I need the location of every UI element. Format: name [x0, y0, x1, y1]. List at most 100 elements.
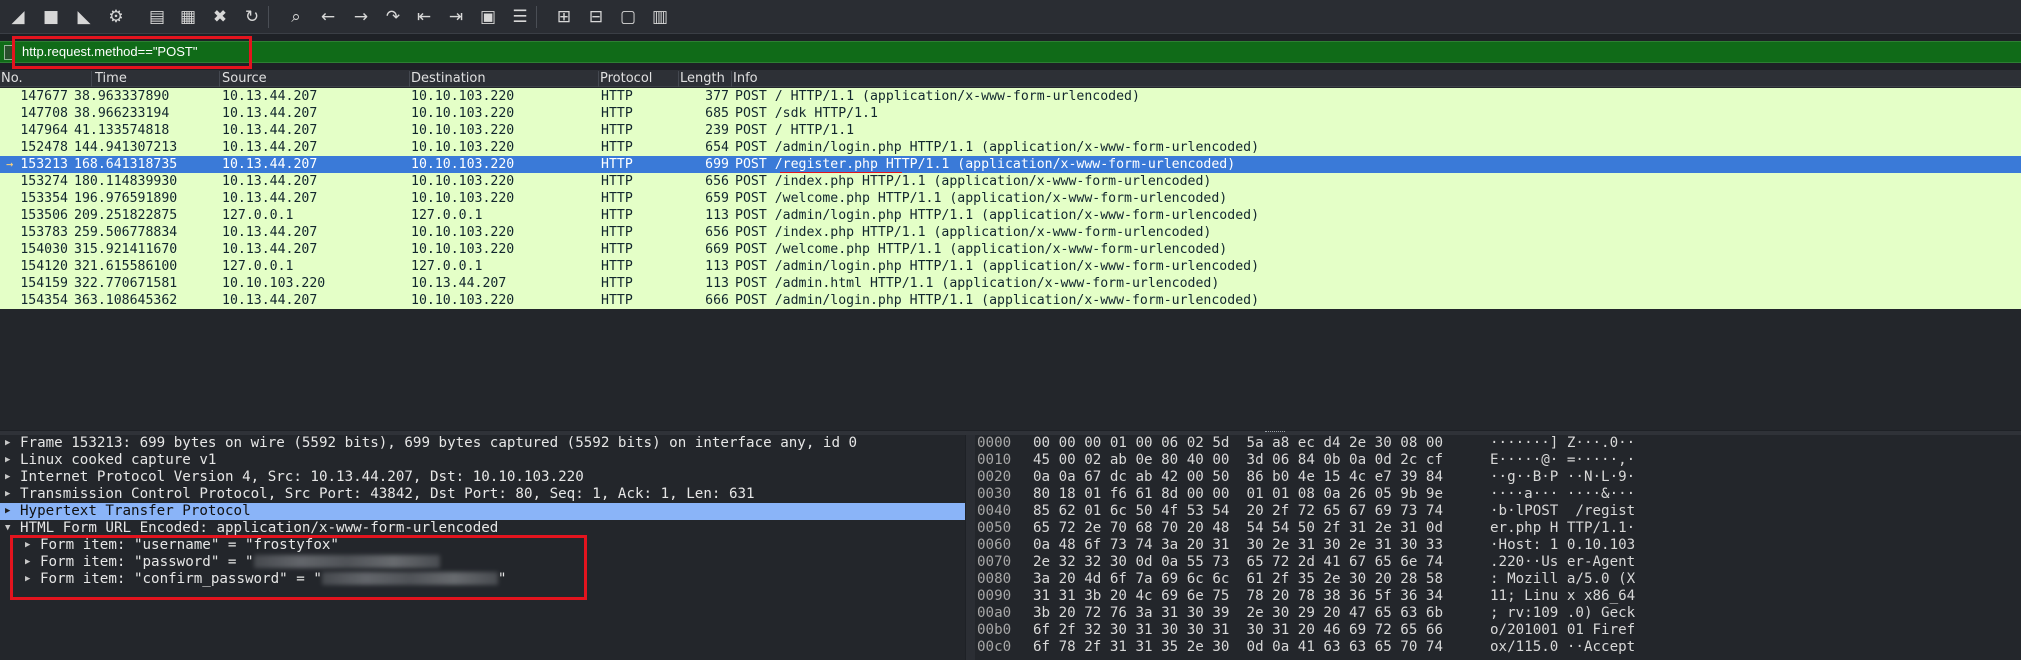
packet-cell-no: 154159 [20, 276, 68, 291]
display-filter-bar: http.request.method=="POST" [0, 41, 2021, 63]
packet-cell-no: 154120 [20, 259, 68, 274]
go-to-packet-icon[interactable]: ↷ [381, 5, 405, 29]
hex-bytes: 00 00 00 01 00 06 02 5d 5a a8 ec d4 2e 3… [1033, 435, 1443, 451]
packet-cell-info: POST /welcome.php HTTP/1.1 (application/… [735, 191, 1228, 206]
tree-frame[interactable]: ▶ Frame 153213: 699 bytes on wire (5592 … [0, 435, 965, 452]
details-bytes-splitter[interactable] [966, 435, 975, 660]
zoom-in-icon[interactable]: ⊞ [552, 5, 576, 29]
packet-cell-no: 153274 [20, 174, 68, 189]
packet-cell-no: 154354 [20, 293, 68, 308]
packet-cell-info: POST /sdk HTTP/1.1 [735, 106, 878, 121]
packet-list: No. Time Source Destination Protocol Len… [0, 70, 2021, 430]
save-file-icon[interactable]: ▦ [176, 5, 200, 29]
expand-arrow-icon[interactable]: ▶ [5, 469, 10, 486]
tree-label: Internet Protocol Version 4, Src: 10.13.… [20, 469, 584, 485]
packet-row[interactable]: 153506 209.251822875 127.0.0.1 127.0.0.1 HTT… [0, 207, 2021, 224]
packet-cell-src: 10.13.44.207 [222, 123, 318, 138]
hex-offset: 0080 [977, 571, 1012, 587]
tree-http[interactable]: ▶ Hypertext Transfer Protocol [0, 503, 965, 520]
hex-bytes: 0a 48 6f 73 74 3a 20 31 30 2e 31 30 2e 3… [1033, 537, 1443, 553]
hex-bytes: 2e 32 32 30 0d 0a 55 73 65 72 2d 41 67 6… [1033, 554, 1443, 570]
hex-offset: 0090 [977, 588, 1012, 604]
packet-cell-time: 144.941307213 [74, 140, 178, 155]
col-source[interactable]: Source [221, 71, 410, 87]
packet-cell-len: 113 [705, 208, 729, 223]
col-protocol[interactable]: Protocol [599, 71, 679, 87]
packet-cell-proto: HTTP [601, 157, 633, 172]
expand-arrow-icon[interactable]: ▶ [5, 452, 10, 469]
col-destination[interactable]: Destination [410, 71, 599, 87]
hex-offset: 0030 [977, 486, 1012, 502]
normal-size-icon[interactable]: ▢ [616, 5, 640, 29]
packet-cell-no: 147677 [20, 89, 68, 104]
close-file-icon[interactable]: ✖ [208, 5, 232, 29]
packet-cell-dst: 10.10.103.220 [411, 106, 515, 121]
reload-file-icon[interactable]: ↻ [240, 5, 264, 29]
packet-cell-len: 656 [705, 225, 729, 240]
packet-cell-src: 127.0.0.1 [222, 259, 294, 274]
hex-bytes: 31 31 3b 20 4c 69 6e 75 78 20 78 38 36 5… [1033, 588, 1443, 604]
packet-cell-proto: HTTP [601, 276, 633, 291]
packet-row[interactable]: 154159 322.770671581 10.10.103.220 10.13.44… [0, 275, 2021, 292]
packet-row[interactable]: 154354 363.108645362 10.13.44.207 10.10.103… [0, 292, 2021, 309]
packet-cell-info: POST / HTTP/1.1 (application/x-www-form-… [735, 89, 1140, 104]
go-first-packet-icon[interactable]: ⇤ [412, 5, 436, 29]
expand-arrow-icon[interactable]: ▶ [5, 435, 10, 452]
go-forward-icon[interactable]: → [349, 5, 373, 29]
ascii-bytes: er.php H TTP/1.1· [1490, 520, 1636, 536]
hex-offset: 0040 [977, 503, 1012, 519]
ascii-bytes: ·b·lPOST /regist [1490, 503, 1636, 519]
col-info[interactable]: Info [732, 71, 2021, 87]
expand-arrow-icon[interactable]: ▶ [5, 503, 10, 520]
tree-label: Frame 153213: 699 bytes on wire (5592 bi… [20, 435, 858, 451]
tree-tcp[interactable]: ▶ Transmission Control Protocol, Src Por… [0, 486, 965, 503]
packet-row[interactable]: 153354 196.976591890 10.13.44.207 10.10.103… [0, 190, 2021, 207]
autoscroll-icon[interactable]: ▣ [476, 5, 500, 29]
col-time[interactable]: Time [94, 71, 220, 87]
resize-columns-icon[interactable]: ▥ [648, 5, 672, 29]
packet-cell-time: 38.963337890 [74, 89, 170, 104]
packet-cell-src: 10.13.44.207 [222, 174, 318, 189]
hex-offset: 0070 [977, 554, 1012, 570]
packet-row[interactable]: 147964 41.133574818 10.13.44.207 10.10.103.… [0, 122, 2021, 139]
toolbar-separator [536, 6, 537, 28]
packet-row[interactable]: 147708 38.966233194 10.13.44.207 10.10.103.… [0, 105, 2021, 122]
packet-row[interactable]: 153213 168.641318735 10.13.44.207 10.10.103… [0, 156, 2021, 174]
ascii-bytes: ox/115.0 ··Accept [1490, 639, 1636, 655]
packet-row[interactable]: 154120 321.615586100 127.0.0.1 127.0.0.1 HTT… [0, 258, 2021, 275]
packet-cell-time: 209.251822875 [74, 208, 178, 223]
col-no[interactable]: No. [0, 71, 92, 87]
toolbar-separator [268, 6, 269, 28]
go-last-packet-icon[interactable]: ⇥ [444, 5, 468, 29]
packet-row[interactable]: 147677 38.963337890 10.13.44.207 10.10.103.… [0, 88, 2021, 105]
packet-row[interactable]: 153783 259.506778834 10.13.44.207 10.10.103… [0, 224, 2021, 241]
restart-capture-icon[interactable]: ◣ [72, 5, 96, 29]
packet-cell-len: 656 [705, 174, 729, 189]
tree-label: Linux cooked capture v1 [20, 452, 217, 468]
expand-arrow-icon[interactable]: ▶ [5, 486, 10, 503]
packet-row[interactable]: 153274 180.114839930 10.13.44.207 10.10.103… [0, 173, 2021, 190]
tree-ipv4[interactable]: ▶ Internet Protocol Version 4, Src: 10.1… [0, 469, 965, 486]
packet-cell-dst: 10.10.103.220 [411, 140, 515, 155]
packet-row[interactable]: 152478 144.941307213 10.13.44.207 10.10.103… [0, 139, 2021, 156]
packet-cell-no: 153354 [20, 191, 68, 206]
capture-options-icon[interactable]: ⚙ [104, 5, 128, 29]
hex-bytes: 0a 0a 67 dc ab 42 00 50 86 b0 4e 15 4c e… [1033, 469, 1443, 485]
stop-capture-icon[interactable]: ■ [39, 5, 63, 29]
open-file-icon[interactable]: ▤ [145, 5, 169, 29]
tree-label: Transmission Control Protocol, Src Port:… [20, 486, 755, 502]
ascii-bytes: ·······] Z···.0·· [1490, 435, 1636, 451]
splitter-grip[interactable] [1265, 431, 1285, 434]
tree-linux-cooked[interactable]: ▶ Linux cooked capture v1 [0, 452, 965, 469]
go-back-icon[interactable]: ← [316, 5, 340, 29]
zoom-out-icon[interactable]: ⊟ [584, 5, 608, 29]
packet-cell-info: POST /index.php HTTP/1.1 (application/x-… [735, 225, 1212, 240]
start-capture-icon[interactable]: ◢ [6, 5, 30, 29]
colorize-icon[interactable]: ☰ [508, 5, 532, 29]
packet-row[interactable]: 154030 315.921411670 10.13.44.207 10.10.103… [0, 241, 2021, 258]
packet-cell-time: 322.770671581 [74, 276, 178, 291]
packet-cell-dst: 10.13.44.207 [411, 276, 507, 291]
find-packet-icon[interactable]: ⌕ [284, 5, 308, 29]
packet-cell-no: 147964 [20, 123, 68, 138]
col-length[interactable]: Length [679, 71, 732, 87]
